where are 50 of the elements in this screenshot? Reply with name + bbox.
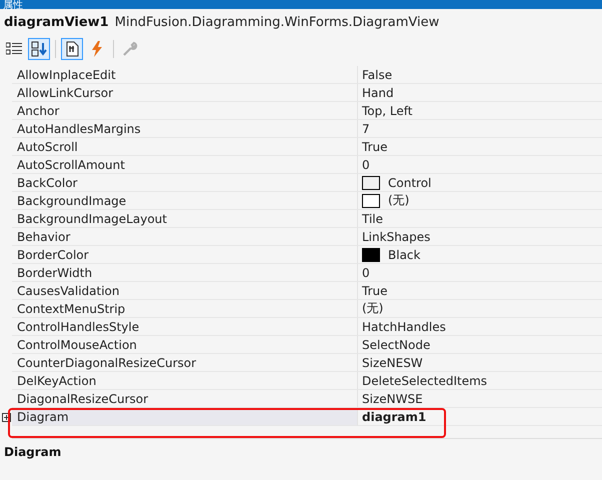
object-name: diagramView1	[4, 15, 109, 30]
property-name[interactable]: ContextMenuStrip	[12, 300, 358, 318]
property-value: True	[362, 140, 388, 154]
property-page-icon	[64, 41, 80, 57]
property-name[interactable]: DiagonalResizeCursor	[12, 390, 358, 408]
property-name[interactable]: AllowInplaceEdit	[12, 66, 358, 84]
property-name[interactable]: BorderColor	[12, 246, 358, 264]
sort-alphabetical-icon	[31, 41, 47, 57]
property-name[interactable]: AllowLinkCursor	[12, 84, 358, 102]
property-value: DeleteSelectedItems	[362, 374, 488, 388]
property-name[interactable]: DelKeyAction	[12, 372, 358, 390]
property-value: Hand	[362, 86, 394, 100]
property-name[interactable]: AutoHandlesMargins	[12, 120, 358, 138]
property-value: HatchHandles	[362, 320, 446, 334]
property-value: Top, Left	[362, 104, 412, 118]
property-value: 7	[362, 122, 370, 136]
property-value: diagram1	[362, 410, 426, 424]
property-name[interactable]: BorderWidth	[12, 264, 358, 282]
property-value: SelectNode	[362, 338, 430, 352]
property-name[interactable]: Behavior	[12, 228, 358, 246]
description-title: Diagram	[3, 444, 62, 461]
property-value: SizeNESW	[362, 356, 423, 370]
property-value: True	[362, 284, 388, 298]
property-value: Tile	[362, 212, 384, 226]
property-value: 0	[362, 266, 370, 280]
alphabetical-button[interactable]	[28, 38, 50, 60]
property-name[interactable]: Anchor	[12, 102, 358, 120]
property-value: Control	[388, 176, 432, 190]
window-title: 属性	[3, 1, 23, 9]
property-value: LinkShapes	[362, 230, 430, 244]
property-name[interactable]: BackgroundImageLayout	[12, 210, 358, 228]
property-name[interactable]: BackColor	[12, 174, 358, 192]
property-value: 0	[362, 158, 370, 172]
wrench-icon	[122, 41, 138, 57]
object-type: MindFusion.Diagramming.WinForms.DiagramView	[114, 15, 440, 30]
property-name[interactable]: CounterDiagonalResizeCursor	[12, 354, 358, 372]
categorized-icon	[6, 42, 22, 56]
property-value: SizeNWSE	[362, 392, 423, 406]
lightning-icon	[91, 41, 103, 57]
property-value: (无)	[388, 192, 410, 209]
property-name[interactable]: ControlHandlesStyle	[12, 318, 358, 336]
property-name[interactable]: AutoScrollAmount	[12, 156, 358, 174]
properties-button[interactable]	[61, 38, 83, 60]
property-name[interactable]: ControlMouseAction	[12, 336, 358, 354]
property-value: Black	[388, 248, 420, 262]
property-value: False	[362, 68, 392, 82]
property-value: (无)	[362, 300, 384, 317]
property-name[interactable]: AutoScroll	[12, 138, 358, 156]
property-name[interactable]: BackgroundImage	[12, 192, 358, 210]
property-name[interactable]: CausesValidation	[12, 282, 358, 300]
